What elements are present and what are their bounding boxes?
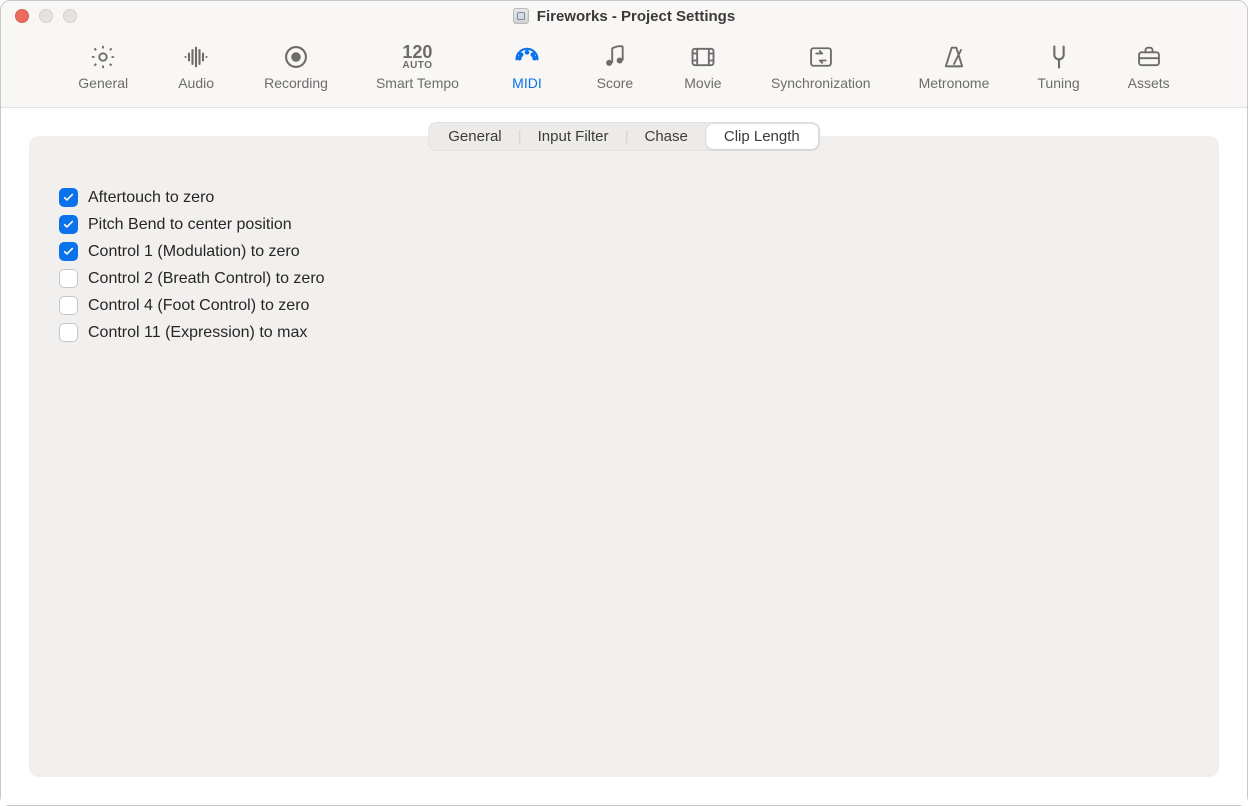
subtab-label: General [448, 128, 501, 145]
window-title-text: Fireworks - Project Settings [537, 8, 735, 25]
toolbar-tab-movie[interactable]: Movie [673, 39, 733, 97]
option-label: Control 11 (Expression) to max [88, 324, 307, 342]
subtab-label: Chase [645, 128, 688, 145]
toolbar-tab-label: Movie [684, 75, 721, 91]
option-label: Pitch Bend to center position [88, 216, 292, 234]
midi-subtabs: General Input Filter Chase Clip Length [428, 122, 820, 151]
toolbar-tab-metronome[interactable]: Metronome [909, 39, 1000, 97]
settings-panel: General Input Filter Chase Clip Length A… [29, 136, 1219, 777]
briefcase-icon [1134, 43, 1164, 71]
subtab-label: Clip Length [724, 128, 800, 145]
option-aftertouch[interactable]: Aftertouch to zero [59, 188, 1189, 207]
checkbox[interactable] [59, 296, 78, 315]
settings-toolbar: General Audio Recording 120AUTO Smart Te… [1, 31, 1247, 108]
toolbar-tab-smart-tempo[interactable]: 120AUTO Smart Tempo [366, 39, 469, 97]
record-icon [281, 43, 311, 71]
checkmark-icon [62, 191, 75, 204]
toolbar-tab-synchronization[interactable]: Synchronization [761, 39, 881, 97]
toolbar-tab-score[interactable]: Score [585, 39, 645, 97]
project-settings-window: Fireworks - Project Settings General Aud… [0, 0, 1248, 806]
checkmark-icon [62, 245, 75, 258]
option-label: Control 2 (Breath Control) to zero [88, 270, 325, 288]
window-controls [1, 9, 77, 23]
toolbar-tab-recording[interactable]: Recording [254, 39, 338, 97]
toolbar-tab-label: Tuning [1037, 75, 1079, 91]
toolbar-tab-assets[interactable]: Assets [1118, 39, 1180, 97]
content-area: General Input Filter Chase Clip Length A… [1, 108, 1247, 805]
checkbox[interactable] [59, 323, 78, 342]
clip-length-options: Aftertouch to zero Pitch Bend to center … [29, 174, 1219, 356]
option-pitch-bend[interactable]: Pitch Bend to center position [59, 215, 1189, 234]
option-label: Control 4 (Foot Control) to zero [88, 297, 309, 315]
tuning-fork-icon [1044, 43, 1074, 71]
toolbar-tab-midi[interactable]: MIDI [497, 39, 557, 97]
toolbar-tab-label: Assets [1128, 75, 1170, 91]
waveform-icon [181, 43, 211, 71]
subtab-label: Input Filter [538, 128, 609, 145]
checkbox[interactable] [59, 242, 78, 261]
toolbar-tab-general[interactable]: General [68, 39, 138, 97]
option-label: Aftertouch to zero [88, 189, 214, 207]
toolbar-tab-label: Recording [264, 75, 328, 91]
toolbar-tab-label: MIDI [512, 75, 542, 91]
option-label: Control 1 (Modulation) to zero [88, 243, 300, 261]
zoom-button[interactable] [63, 9, 77, 23]
toolbar-tab-tuning[interactable]: Tuning [1027, 39, 1089, 97]
subtab-chase[interactable]: Chase [627, 124, 706, 149]
tempo-mode: AUTO [402, 61, 432, 70]
option-expression[interactable]: Control 11 (Expression) to max [59, 323, 1189, 342]
window-title: Fireworks - Project Settings [1, 8, 1247, 25]
toolbar-tab-label: General [78, 75, 128, 91]
metronome-icon [939, 43, 969, 71]
checkbox[interactable] [59, 269, 78, 288]
music-notes-icon [600, 43, 630, 71]
subtab-clip-length[interactable]: Clip Length [706, 124, 818, 149]
minimize-button[interactable] [39, 9, 53, 23]
sync-icon [806, 43, 836, 71]
filmstrip-icon [688, 43, 718, 71]
option-modulation[interactable]: Control 1 (Modulation) to zero [59, 242, 1189, 261]
toolbar-tab-label: Audio [178, 75, 214, 91]
checkmark-icon [62, 218, 75, 231]
smart-tempo-icon: 120AUTO [402, 43, 432, 71]
toolbar-tab-audio[interactable]: Audio [166, 39, 226, 97]
option-foot-control[interactable]: Control 4 (Foot Control) to zero [59, 296, 1189, 315]
toolbar-tab-label: Score [597, 75, 634, 91]
project-proxy-icon [513, 8, 529, 24]
subtab-general[interactable]: General [430, 124, 519, 149]
checkbox[interactable] [59, 188, 78, 207]
subtab-input-filter[interactable]: Input Filter [520, 124, 627, 149]
option-breath-control[interactable]: Control 2 (Breath Control) to zero [59, 269, 1189, 288]
toolbar-tab-label: Metronome [919, 75, 990, 91]
toolbar-tab-label: Smart Tempo [376, 75, 459, 91]
close-button[interactable] [15, 9, 29, 23]
midi-icon [512, 43, 542, 71]
gear-icon [88, 43, 118, 71]
checkbox[interactable] [59, 215, 78, 234]
titlebar: Fireworks - Project Settings [1, 1, 1247, 31]
toolbar-tab-label: Synchronization [771, 75, 871, 91]
